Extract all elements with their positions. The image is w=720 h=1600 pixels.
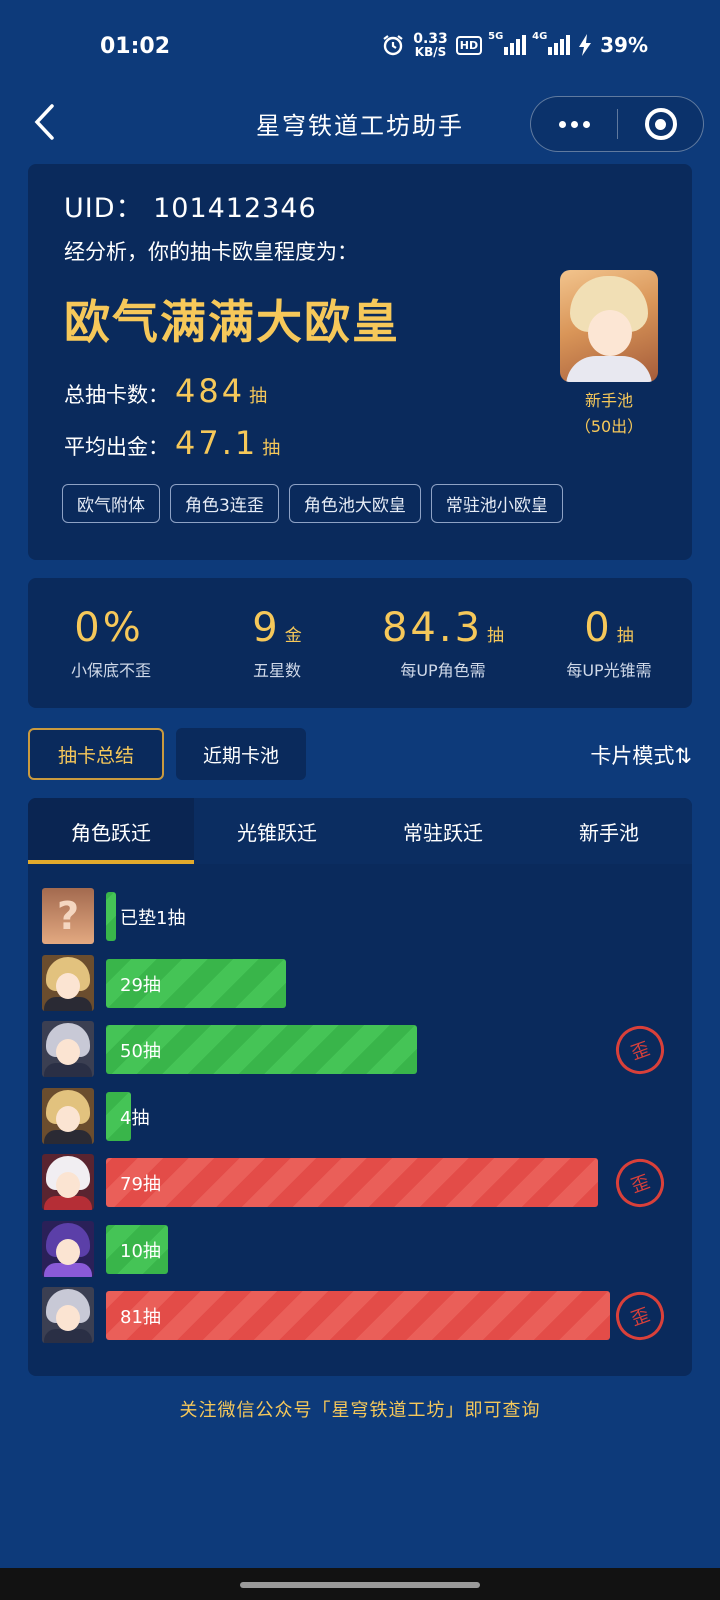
summary-value: 9 (252, 605, 281, 651)
recent-pools-button[interactable]: 近期卡池 (176, 728, 306, 780)
signal-5g-icon: 5G (488, 31, 527, 55)
tab-character-warp[interactable]: 角色跃迁 (28, 798, 194, 864)
summary-label: 每UP光锥需 (566, 661, 652, 680)
average-gold-label: 平均出金： (64, 435, 169, 459)
summary-value: 0% (74, 605, 144, 651)
pool-name: 新手池 (584, 391, 633, 410)
pull-count-bar (106, 1158, 598, 1207)
pull-count-label: 已垫1抽 (120, 908, 186, 929)
uid-text: UID： 101412346 (64, 193, 317, 224)
pool-note: （50出） (574, 417, 644, 436)
summary-label: 小保底不歪 (70, 661, 151, 680)
average-gold: 平均出金： 47.1 抽 (64, 424, 280, 462)
target-icon (644, 108, 677, 140)
summary-card: 0% 小保底不歪 9金 五星数 84.3 抽 每UP角色需 0抽 每UP光锥需 (28, 578, 692, 708)
gesture-bar (0, 1568, 720, 1600)
unknown-character-avatar: ? (42, 888, 94, 944)
tab-standard-warp[interactable]: 常驻跃迁 (360, 798, 526, 864)
total-pulls-value: 484 (175, 372, 246, 410)
character-avatar (42, 1220, 94, 1277)
profile-card: UID： 101412346 经分析，你的抽卡欧皇程度为： 欧气满满大欧皇 总抽… (28, 164, 692, 560)
tag: 角色池大欧皇 (288, 484, 421, 523)
average-gold-unit: 抽 (262, 438, 281, 459)
off-banner-stamp: 歪 (609, 1019, 671, 1081)
summary-value: 84.3 (381, 605, 484, 651)
view-mode-row: 抽卡总结 近期卡池 卡片模式⇅ (28, 728, 692, 780)
tag: 常驻池小欧皇 (430, 484, 563, 523)
pull-count-label: 29抽 (120, 974, 161, 996)
more-dot-icon (570, 120, 578, 128)
total-pulls-label: 总抽卡数： (64, 383, 169, 407)
character-avatar (42, 1154, 94, 1210)
status-bar: 01:02 0.33 KB/S HD 5G 4G 39% (0, 0, 720, 96)
pull-summary-button[interactable]: 抽卡总结 (28, 728, 164, 780)
home-indicator[interactable] (240, 1582, 480, 1588)
summary-item: 0抽 每UP光锥需 (526, 578, 692, 708)
pull-count-label: 10抽 (120, 1240, 161, 1262)
battery-percent: 39% (600, 33, 648, 57)
off-banner-stamp: 歪 (609, 1285, 671, 1347)
pull-row: ? 已垫1抽 (28, 888, 692, 944)
pull-history-card: 角色跃迁 光锥跃迁 常驻跃迁 新手池 ? 已垫1抽 29抽 50抽歪 4抽 79抽歪 10抽… (28, 798, 692, 1376)
signal-4g-icon: 4G (532, 31, 571, 55)
summary-unit: 抽 (616, 626, 634, 646)
status-icons: 0.33 KB/S HD 5G 4G 39% (381, 31, 648, 59)
summary-value: 0 (584, 605, 613, 651)
tag-list: 欧气附体 角色3连歪 角色池大欧皇 常驻池小欧皇 (62, 484, 563, 523)
character-avatar (42, 954, 94, 1011)
summary-item: 0% 小保底不歪 (28, 578, 194, 708)
close-miniprogram-button[interactable] (618, 97, 703, 151)
summary-unit: 抽 (487, 626, 505, 646)
tab-light-cone-warp[interactable]: 光锥跃迁 (194, 798, 360, 864)
total-pulls-unit: 抽 (249, 386, 268, 407)
summary-item: 84.3 抽 每UP角色需 (360, 578, 526, 708)
miniprogram-capsule (530, 96, 704, 152)
pull-count-label: 79抽 (120, 1174, 161, 1195)
summary-label: 五星数 (252, 661, 301, 680)
more-button[interactable] (531, 97, 617, 151)
pull-count-label: 50抽 (120, 1041, 161, 1062)
pull-count-label: 4抽 (120, 1107, 150, 1129)
nav-bar: 星穹铁道工坊助手 (0, 96, 720, 152)
off-banner-stamp: 歪 (609, 1152, 671, 1214)
summary-label: 每UP角色需 (400, 661, 486, 680)
character-avatar (42, 1021, 94, 1077)
pull-row: 79抽 歪 (28, 1152, 692, 1214)
character-avatar (42, 1287, 94, 1343)
net-speed: 0.33 KB/S (413, 31, 448, 59)
tag: 欧气附体 (62, 484, 160, 523)
pull-row: 29抽 (28, 954, 692, 1011)
analysis-text: 经分析，你的抽卡欧皇程度为： (64, 240, 358, 264)
pull-count-bar (106, 892, 116, 941)
pull-row: 81抽 歪 (28, 1285, 692, 1347)
charging-icon (579, 34, 592, 56)
summary-unit: 金 (284, 626, 302, 646)
total-pulls: 总抽卡数： 484 抽 (64, 372, 267, 410)
luck-rank-title: 欧气满满大欧皇 (64, 295, 400, 349)
status-time: 01:02 (100, 34, 171, 59)
average-gold-value: 47.1 (175, 424, 259, 462)
pull-row: 50抽 歪 (28, 1019, 692, 1081)
more-dot-icon (582, 120, 590, 128)
alarm-icon (383, 35, 403, 56)
pull-row: 10抽 (28, 1220, 692, 1277)
summary-item: 9金 五星数 (194, 578, 360, 708)
pull-count-label: 81抽 (120, 1307, 161, 1328)
hd-voice-icon: HD (455, 35, 483, 55)
footer-note: 关注微信公众号「星穹铁道工坊」即可查询 (179, 1400, 541, 1421)
pool-caption: 新手池 （50出） (560, 388, 658, 440)
character-avatar (42, 1087, 94, 1144)
more-dot-icon (558, 120, 566, 128)
pull-row: 4抽 (28, 1087, 692, 1144)
tab-beginner-warp[interactable]: 新手池 (526, 798, 692, 864)
banner-tabs: 角色跃迁 光锥跃迁 常驻跃迁 新手池 (28, 798, 692, 864)
pool-character-avatar (560, 270, 658, 382)
tag: 角色3连歪 (170, 484, 279, 523)
pull-count-bar (106, 1291, 610, 1340)
card-mode-toggle[interactable]: 卡片模式⇅ (590, 740, 692, 770)
